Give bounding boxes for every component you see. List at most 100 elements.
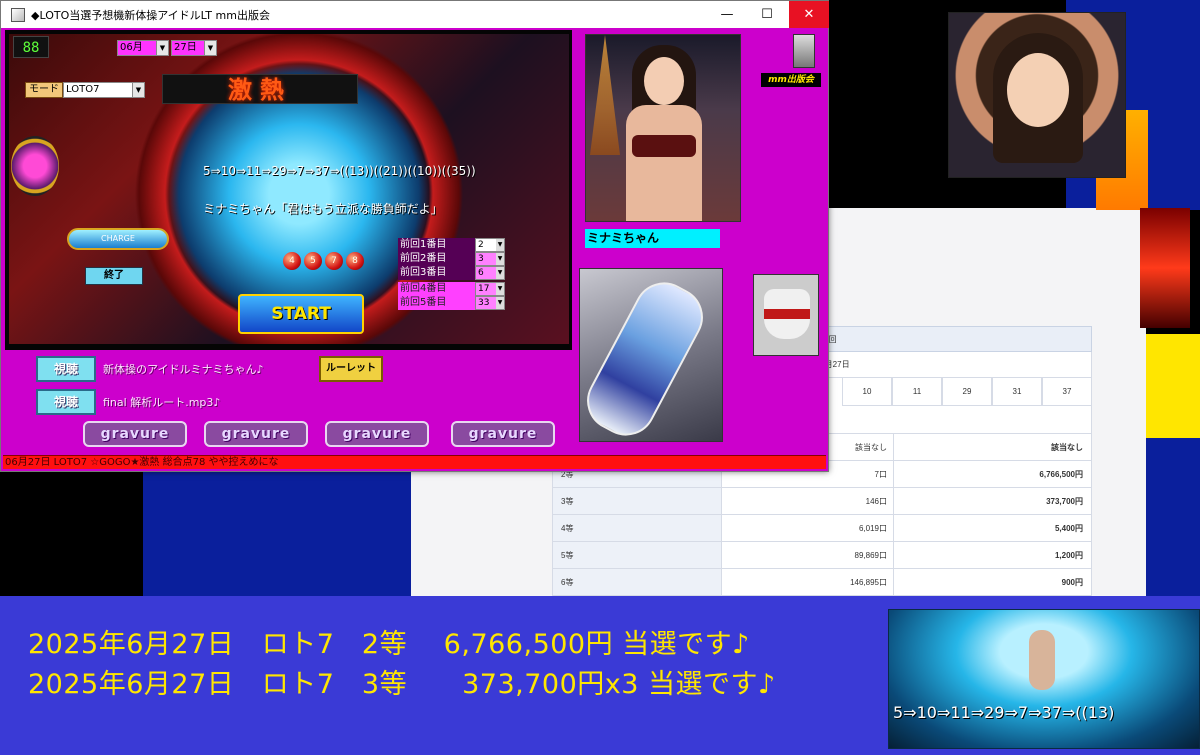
- mm-logo-icon[interactable]: [793, 34, 815, 68]
- results-number: 10: [842, 378, 892, 406]
- count-cell: 6,019口: [721, 515, 893, 541]
- gravure-button-1[interactable]: gravure: [83, 421, 187, 447]
- gravure-button-2[interactable]: gravure: [204, 421, 308, 447]
- previous-1-value: 2: [478, 240, 484, 250]
- photo-face: [644, 57, 684, 105]
- ball: 4: [283, 252, 301, 270]
- chevron-down-icon: ▼: [156, 41, 168, 55]
- previous-3-value: 6: [478, 268, 484, 278]
- previous-5-select[interactable]: 33 ▼: [475, 296, 505, 310]
- window-title: ◆LOTO当選予想機新体操アイドルLT mm出版会: [31, 8, 270, 22]
- banner-photo-caption: 5⇒10⇒11⇒29⇒7⇒37⇒((13): [893, 703, 1115, 722]
- chevron-down-icon: ▼: [496, 239, 504, 251]
- roulette-button[interactable]: ルーレット: [319, 356, 383, 382]
- day-value: 27日: [174, 42, 197, 53]
- chevron-down-icon: ▼: [496, 297, 504, 309]
- table-row: 5等 89,869口 1,200円: [552, 542, 1092, 569]
- table-row: 3等 146口 373,700円: [552, 488, 1092, 515]
- background-yellow-panel: [1146, 334, 1200, 438]
- photo-face: [1007, 53, 1069, 127]
- previous-2-value: 3: [478, 254, 484, 264]
- prize-cell: 900円: [893, 569, 1091, 595]
- app-window: ◆LOTO当選予想機新体操アイドルLT mm出版会 — ☐ ✕ 88 06月 ▼…: [0, 0, 829, 472]
- mask-photo[interactable]: [753, 274, 819, 356]
- minami-label: ミナミちゃん: [585, 229, 720, 248]
- previous-2-label: 前回2番目: [398, 252, 476, 266]
- table-row: 6等 146,895口 900円: [552, 569, 1092, 596]
- pachinko-game-panel: 88 06月 ▼ 27日 ▼ モード LOTO7 ▼ 激熱 5⇒10⇒11⇒29…: [5, 30, 572, 350]
- chevron-down-icon: ▼: [132, 83, 144, 97]
- ball: 5: [304, 252, 322, 270]
- heat-indicator: 激熱: [162, 74, 358, 104]
- previous-4-value: 17: [478, 284, 490, 294]
- minami-quote: ミナミちゃん「君はもう立派な勝負師だよ」: [203, 202, 443, 216]
- surfboard-photo[interactable]: [579, 268, 723, 442]
- previous-4-label: 前回4番目: [398, 282, 476, 296]
- count-cell: 89,869口: [721, 542, 893, 568]
- start-button[interactable]: START: [238, 294, 364, 334]
- count-cell: 146,895口: [721, 569, 893, 595]
- idol-photo-top: [948, 12, 1126, 178]
- photo-body: [626, 105, 702, 221]
- surfboard-shape: [580, 271, 714, 441]
- chevron-down-icon: ▼: [496, 253, 504, 265]
- tier-cell: 6等: [553, 569, 721, 595]
- status-bar: 06月27日 LOTO7 ☆GOGO★激熱 総合点78 やや控えめにな: [3, 455, 826, 469]
- minimize-button[interactable]: —: [707, 1, 747, 28]
- results-numbers: 10 11 29 31 37: [842, 378, 1092, 406]
- count-cell: 146口: [721, 488, 893, 514]
- prize-cell: 6,766,500円: [893, 461, 1091, 487]
- background-red-strip: [1140, 208, 1190, 328]
- previous-3-label: 前回3番目: [398, 266, 476, 280]
- watch-caption-1: 新体操のアイドルミナミちゃん♪: [103, 363, 264, 376]
- previous-1-label: 前回1番目: [398, 238, 476, 252]
- mask-shape: [764, 289, 810, 339]
- chevron-down-icon: ▼: [496, 283, 504, 295]
- banner-line-2: 2025年6月27日 ロト7 3等 373,700円x3 当選です♪: [28, 669, 776, 700]
- prize-cell: 5,400円: [893, 515, 1091, 541]
- mm-publisher-label: mm出版会: [761, 73, 821, 87]
- digit-counter: 88: [13, 36, 49, 58]
- watch-button-1[interactable]: 視聴: [36, 356, 96, 382]
- title-bar[interactable]: ◆LOTO当選予想機新体操アイドルLT mm出版会 — ☐ ✕: [1, 1, 829, 28]
- prize-cell: 該当なし: [893, 434, 1091, 460]
- previous-2-select[interactable]: 3 ▼: [475, 252, 505, 266]
- ball: 8: [346, 252, 364, 270]
- month-select[interactable]: 06月 ▼: [117, 40, 169, 56]
- watch-button-2[interactable]: 視聴: [36, 389, 96, 415]
- results-number: 11: [892, 378, 942, 406]
- background-blue-panel-right: [1146, 438, 1200, 596]
- tower-shape: [590, 35, 620, 155]
- previous-5-label: 前回5番目: [398, 296, 476, 310]
- tier-cell: 3等: [553, 488, 721, 514]
- background-blue-panel-left: [143, 470, 411, 596]
- previous-1-select[interactable]: 2 ▼: [475, 238, 505, 252]
- dancer-figure: [1029, 630, 1055, 690]
- month-value: 06月: [120, 42, 143, 53]
- results-number: 29: [942, 378, 992, 406]
- gravure-button-3[interactable]: gravure: [325, 421, 429, 447]
- close-button[interactable]: ✕: [789, 1, 829, 28]
- previous-5-value: 33: [478, 298, 490, 308]
- minami-photo[interactable]: [585, 34, 741, 222]
- app-icon: [11, 7, 25, 22]
- lottery-balls: 4 5 7 8: [283, 252, 364, 270]
- day-select[interactable]: 27日 ▼: [171, 40, 217, 56]
- watch-caption-2: final 解析ルート.mp3♪: [103, 396, 221, 409]
- predicted-sequence: 5⇒10⇒11⇒29⇒7⇒37⇒((13))((21))((10))((35)): [203, 164, 476, 178]
- prize-cell: 1,200円: [893, 542, 1091, 568]
- previous-3-select[interactable]: 6 ▼: [475, 266, 505, 280]
- mode-select[interactable]: LOTO7 ▼: [63, 82, 145, 98]
- chevron-down-icon: ▼: [204, 41, 216, 55]
- ball: 7: [325, 252, 343, 270]
- tier-cell: 5等: [553, 542, 721, 568]
- banner-photo: 5⇒10⇒11⇒29⇒7⇒37⇒((13): [888, 609, 1200, 749]
- previous-4-select[interactable]: 17 ▼: [475, 282, 505, 296]
- maximize-button[interactable]: ☐: [747, 1, 787, 28]
- banner-line-1: 2025年6月27日 ロト7 2等 6,766,500円 当選です♪: [28, 629, 750, 660]
- charge-gauge: CHARGE: [67, 228, 169, 250]
- slot-icon: [11, 136, 59, 196]
- end-button[interactable]: 終了: [85, 267, 143, 285]
- gravure-button-4[interactable]: gravure: [451, 421, 555, 447]
- results-number: 37: [1042, 378, 1092, 406]
